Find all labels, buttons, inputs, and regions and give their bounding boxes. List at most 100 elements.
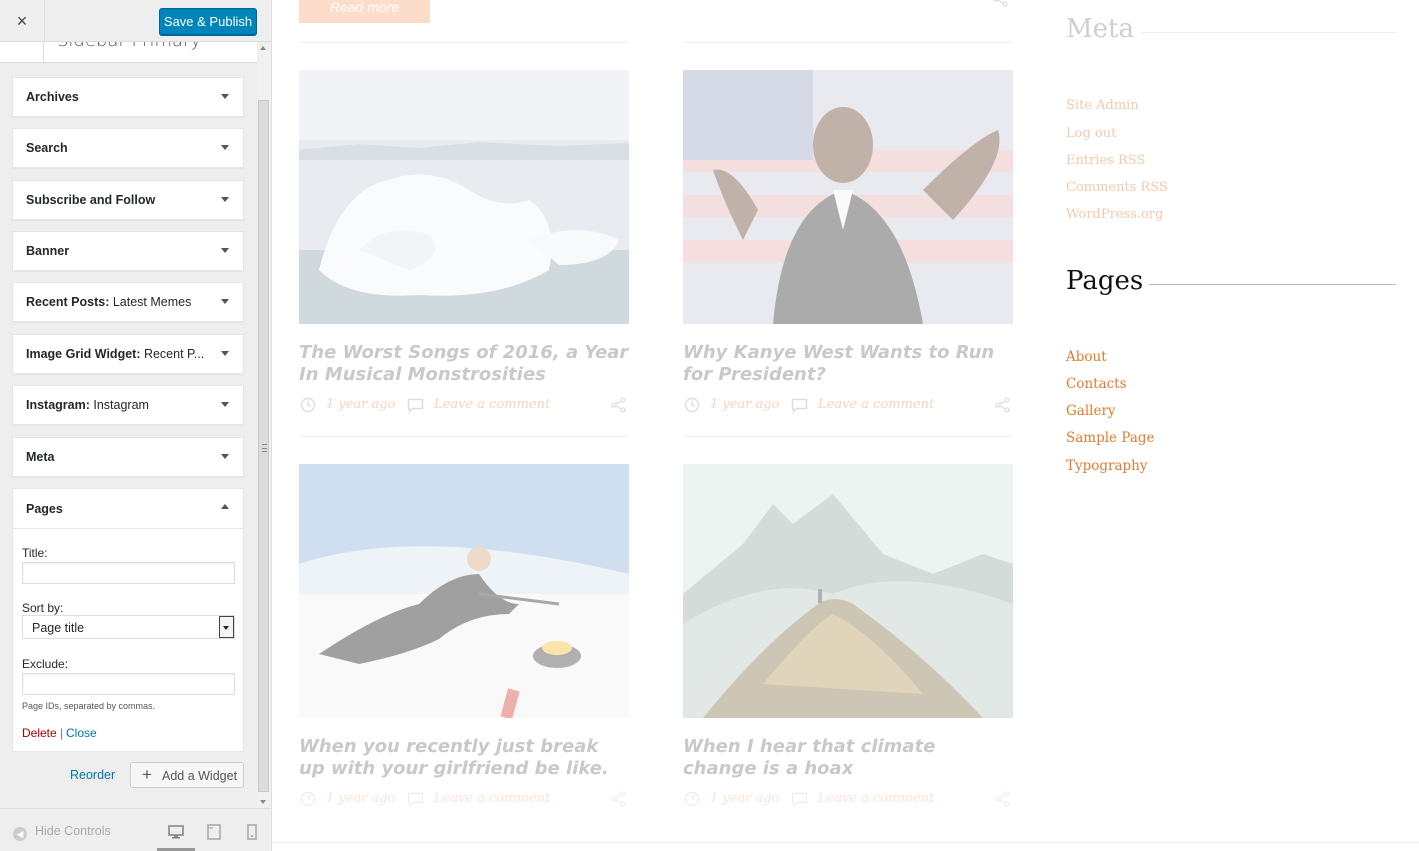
share-icon[interactable]	[993, 0, 1009, 7]
widget-pages-header[interactable]: Pages	[13, 489, 243, 529]
divider	[272, 842, 1419, 843]
meta-link-entries-rss[interactable]: Entries RSS	[1066, 153, 1145, 168]
widget-title: Meta	[26, 450, 55, 464]
widget-instagram[interactable]: Instagram: Instagram	[12, 385, 244, 425]
meta-link-wordpress-org[interactable]: WordPress.org	[1066, 207, 1163, 222]
collapse-arrow-icon	[221, 504, 229, 509]
plus-icon: +	[142, 765, 152, 784]
divider	[299, 436, 627, 437]
widget-title: Instagram: Instagram	[26, 398, 149, 412]
scrollbar-thumb[interactable]	[258, 100, 269, 792]
widget-image-grid[interactable]: Image Grid Widget: Recent P...	[12, 334, 244, 374]
close-icon: ×	[16, 10, 28, 31]
mobile-preview-button[interactable]	[242, 822, 262, 842]
post-title[interactable]: The Worst Songs of 2016, a Year In Music…	[299, 342, 629, 386]
customizer-footer: ◀ Hide Controls	[0, 808, 271, 851]
close-customizer-button[interactable]: ×	[0, 0, 45, 42]
post-title[interactable]: Why Kanye West Wants to Run for Presiden…	[683, 342, 1013, 386]
page-link-sample-page[interactable]: Sample Page	[1066, 430, 1155, 446]
post-meta: 1 year ago Leave a comment	[299, 789, 629, 809]
post-thumbnail-curling[interactable]	[299, 464, 629, 718]
post-date-link[interactable]: 1 year ago	[326, 397, 395, 412]
expand-arrow-icon	[221, 94, 229, 99]
post-meta: 1 year ago Leave a comment	[683, 789, 1013, 809]
leave-comment-link[interactable]: Leave a comment	[434, 791, 550, 806]
close-widget-link[interactable]: Close	[66, 726, 97, 740]
exclude-field[interactable]	[22, 673, 235, 695]
leave-comment-link[interactable]: Leave a comment	[434, 397, 550, 412]
post-thumbnail-icebergs[interactable]	[299, 70, 629, 324]
page-link-gallery[interactable]: Gallery	[1066, 403, 1116, 419]
widget-panel: Sidebar Primary Archives Search Subscrib…	[0, 42, 257, 808]
widget-banner[interactable]: Banner	[12, 231, 244, 271]
hide-controls-button[interactable]: ◀ Hide Controls	[13, 824, 111, 841]
post-meta: 1 year ago Leave a comment	[299, 395, 629, 415]
add-widget-button[interactable]: + Add a Widget	[130, 762, 244, 788]
divider	[683, 42, 1011, 43]
desktop-preview-button[interactable]	[166, 822, 186, 842]
widget-archives[interactable]: Archives	[12, 77, 244, 117]
post-meta: 1 year ago Leave a comment	[683, 395, 1013, 415]
expand-arrow-icon	[221, 351, 229, 356]
read-more-button[interactable]: Read more	[299, 0, 430, 23]
page-link-about[interactable]: About	[1066, 349, 1107, 365]
expand-arrow-icon	[221, 197, 229, 202]
page-link-contacts[interactable]: Contacts	[1066, 376, 1127, 392]
back-button[interactable]	[0, 42, 44, 62]
scroll-up-arrow-icon[interactable]	[260, 46, 266, 50]
widget-title: Image Grid Widget: Recent P...	[26, 347, 205, 361]
expand-arrow-icon	[221, 145, 229, 150]
share-icon[interactable]	[995, 791, 1011, 807]
widget-search[interactable]: Search	[12, 128, 244, 168]
post-thumbnail-mountain[interactable]	[683, 464, 1013, 718]
page-link-typography[interactable]: Typography	[1066, 458, 1148, 474]
select-dropdown-button[interactable]	[219, 616, 234, 638]
clock-icon	[684, 397, 700, 413]
tablet-icon	[207, 824, 221, 840]
comment-icon	[791, 792, 808, 807]
mountain-photo	[683, 464, 1013, 718]
post-title[interactable]: When I hear that climate change is a hoa…	[683, 736, 1013, 780]
share-icon[interactable]	[995, 397, 1011, 413]
expand-arrow-icon	[221, 299, 229, 304]
heading-rule	[1149, 284, 1396, 285]
title-field[interactable]	[22, 562, 235, 584]
post-date-link[interactable]: 1 year ago	[710, 397, 779, 412]
exclude-help-text: Page IDs, separated by commas.	[22, 701, 156, 711]
comment-icon	[791, 398, 808, 413]
section-title: Sidebar Primary	[57, 42, 201, 51]
comment-icon	[407, 398, 424, 413]
meta-link-log-out[interactable]: Log out	[1066, 126, 1116, 141]
post-title[interactable]: When you recently just break up with you…	[299, 736, 629, 780]
panel-scrollbar[interactable]	[257, 42, 271, 808]
share-icon[interactable]	[611, 791, 627, 807]
reorder-link[interactable]: Reorder	[70, 768, 115, 782]
comment-icon	[407, 792, 424, 807]
tablet-preview-button[interactable]	[204, 822, 224, 842]
save-publish-button[interactable]: Save & Publish	[159, 8, 257, 35]
scroll-down-arrow-icon[interactable]	[260, 800, 266, 804]
widget-meta[interactable]: Meta	[12, 437, 244, 477]
widget-subscribe-follow[interactable]: Subscribe and Follow	[12, 180, 244, 220]
widget-recent-posts[interactable]: Recent Posts: Latest Memes	[12, 282, 244, 322]
share-icon[interactable]	[611, 397, 627, 413]
post-date-link[interactable]: 1 year ago	[326, 791, 395, 806]
meta-link-comments-rss[interactable]: Comments RSS	[1066, 180, 1168, 195]
meta-link-site-admin[interactable]: Site Admin	[1066, 98, 1139, 113]
post-date-link[interactable]: 1 year ago	[710, 791, 779, 806]
expand-arrow-icon	[221, 402, 229, 407]
meta-widget-heading: Meta	[1066, 14, 1134, 44]
site-preview: Read more The Worst Songs of 2016, a Yea…	[272, 0, 1419, 851]
leave-comment-link[interactable]: Leave a comment	[818, 791, 934, 806]
iceberg-photo	[299, 70, 629, 324]
man-in-suit-photo	[683, 70, 1013, 324]
delete-widget-link[interactable]: Delete	[22, 726, 57, 740]
widget-title: Search	[26, 141, 68, 155]
title-field-label: Title:	[22, 546, 48, 560]
clock-icon	[684, 791, 700, 807]
sortby-select[interactable]: Page title	[22, 615, 235, 639]
leave-comment-link[interactable]: Leave a comment	[818, 397, 934, 412]
arrow-left-circle-icon: ◀	[13, 827, 27, 841]
post-thumbnail-kanye[interactable]	[683, 70, 1013, 324]
exclude-field-label: Exclude:	[22, 657, 69, 671]
